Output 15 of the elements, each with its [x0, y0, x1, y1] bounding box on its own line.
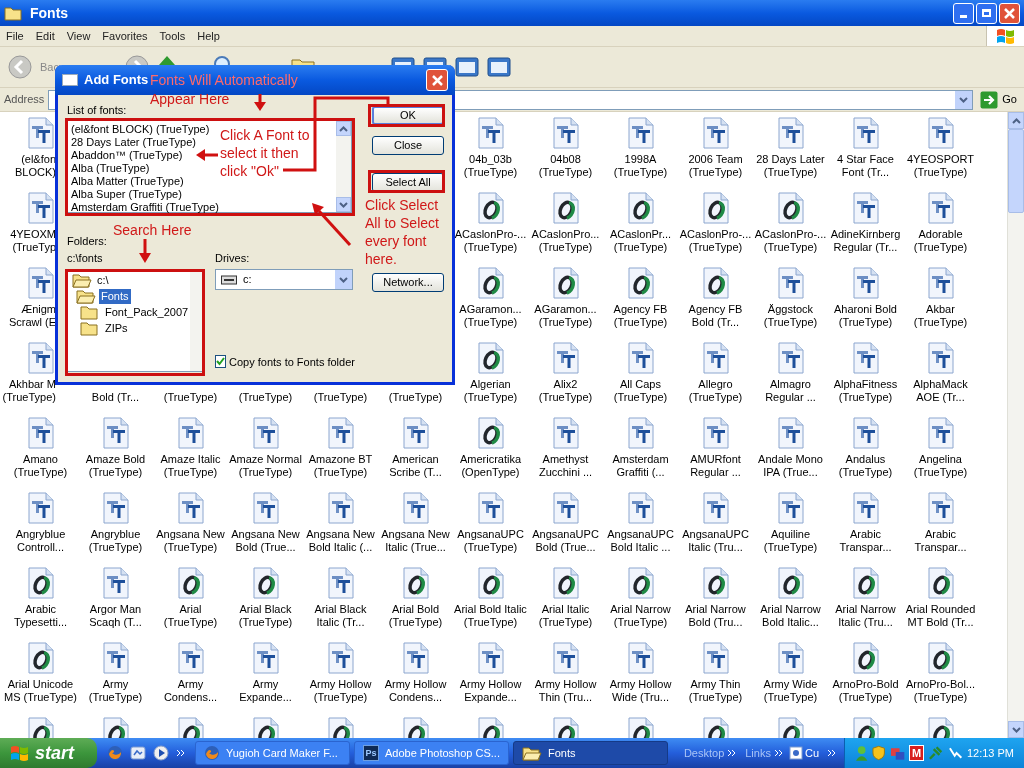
annotation-text: Click Select All to Select every font here. — [365, 196, 440, 268]
dialog-title: Add Fonts — [84, 71, 149, 90]
drive-value: c: — [243, 272, 252, 288]
drives-label: Drives: — [215, 252, 251, 265]
folders-label: Folders: — [67, 235, 108, 248]
address-label: Address — [4, 92, 45, 108]
current-path: c:\fonts — [67, 252, 104, 265]
annotation-text: Click A Font to select it then click "Ok" — [220, 126, 311, 180]
annotation-text: Appear Here — [150, 90, 230, 108]
window-title: Fonts — [30, 3, 69, 23]
photoshop-icon: Ps — [363, 745, 379, 761]
clock: 12:13 PM — [966, 745, 1014, 761]
annotation-text: Search Here — [113, 221, 192, 239]
annotation-text: Fonts Will Automatically — [150, 71, 298, 89]
list-label: List of fonts: — [67, 104, 128, 117]
